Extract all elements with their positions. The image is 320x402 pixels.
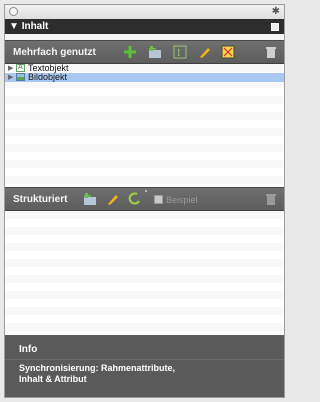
pencil-icon[interactable] — [198, 45, 212, 59]
section2-list — [5, 211, 284, 335]
panel-header[interactable]: ▼ Inhalt — [5, 19, 284, 34]
gear-icon[interactable]: ✱ — [272, 5, 280, 19]
section2-toolbar: Strukturiert Beispiel — [5, 187, 284, 211]
close-icon[interactable] — [9, 7, 18, 16]
section1-label: Mehrfach genutzt — [13, 47, 96, 58]
section2-label: Strukturiert — [13, 194, 68, 205]
list-item-label: Bildobjekt — [28, 72, 68, 82]
panel-titlebar: ✱ — [5, 5, 284, 20]
panel-title: Inhalt — [21, 21, 49, 32]
info-text: Synchronisierung: Rahmenattribute, Inhal… — [19, 363, 176, 384]
section1-list: ▶ A Textobjekt ▶ Bildobjekt — [5, 64, 284, 187]
splitter-handle[interactable] — [145, 190, 147, 192]
example-checkbox-label: Beispiel — [166, 195, 198, 205]
pencil-icon[interactable] — [106, 192, 120, 206]
svg-text:I: I — [177, 48, 180, 59]
trash-icon[interactable] — [264, 45, 278, 59]
trash-icon[interactable] — [264, 192, 278, 206]
info-title: Info — [19, 344, 38, 355]
image-frame-icon[interactable] — [221, 45, 235, 59]
list-item[interactable]: ▶ Bildobjekt — [5, 73, 284, 82]
add-item-icon[interactable] — [148, 45, 162, 59]
info-panel: Info Synchronisierung: Rahmenattribute, … — [5, 335, 284, 397]
section1-toolbar: Mehrfach genutzt I — [5, 40, 284, 64]
image-object-icon — [16, 73, 25, 81]
text-object-icon: A — [16, 64, 25, 72]
panel-menu-icon[interactable] — [271, 23, 279, 31]
example-checkbox[interactable] — [154, 195, 163, 204]
collapse-triangle-icon[interactable]: ▼ — [9, 21, 19, 32]
disclosure-triangle-icon[interactable]: ▶ — [8, 64, 13, 73]
text-frame-icon[interactable]: I — [173, 45, 187, 59]
content-panel: ✱ ▼ Inhalt Mehrfach genutzt I ▶ A Textob… — [4, 4, 285, 398]
undo-arrow-icon[interactable] — [128, 192, 142, 206]
disclosure-triangle-icon[interactable]: ▶ — [8, 73, 13, 82]
add-item-icon[interactable] — [83, 192, 97, 206]
info-divider — [5, 359, 284, 360]
add-icon[interactable] — [123, 45, 137, 59]
